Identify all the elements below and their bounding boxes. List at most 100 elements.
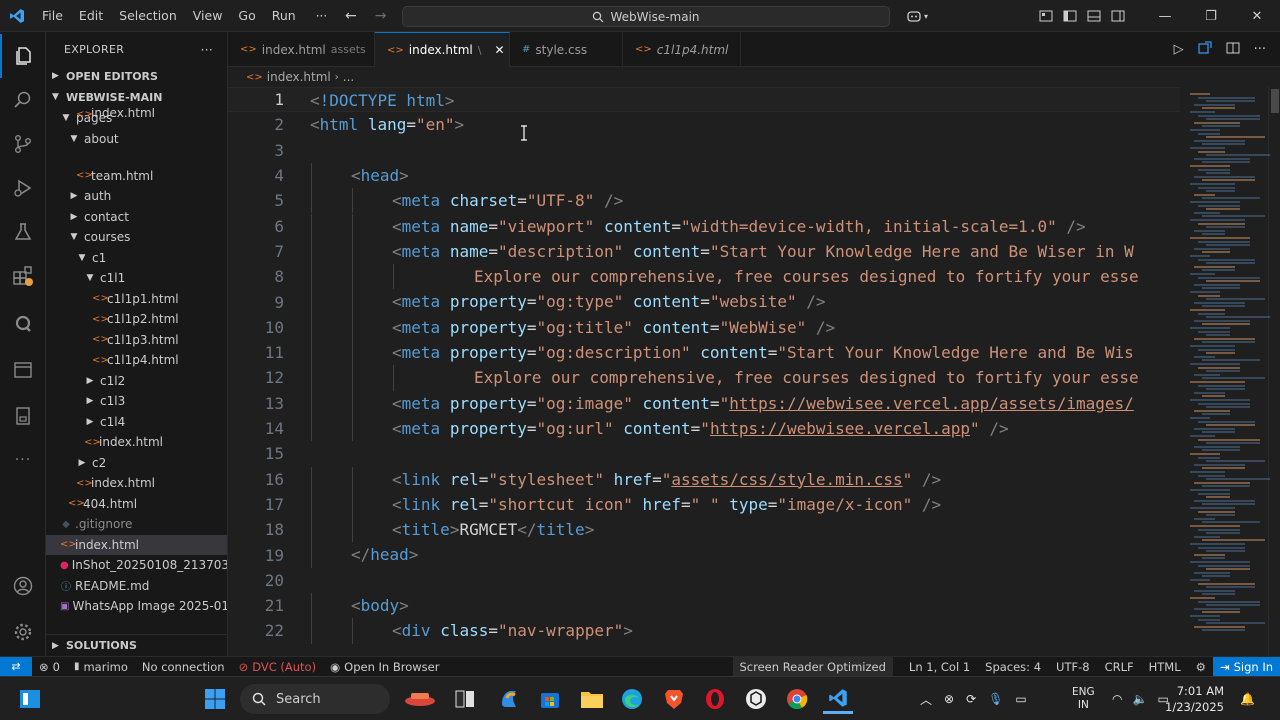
- tree-item[interactable]: <> index.html: [46, 108, 227, 120]
- open-in-browser-button[interactable]: ◉ Open In Browser: [323, 660, 446, 674]
- language-mode[interactable]: HTML: [1141, 660, 1188, 674]
- toggle-primary-sidebar-icon[interactable]: [1058, 0, 1082, 32]
- menu-item-file[interactable]: File: [34, 8, 71, 23]
- vpn-icon[interactable]: ⊗: [944, 692, 954, 706]
- user-indicator[interactable]: ▮ marimo: [67, 660, 135, 674]
- code-line[interactable]: 2 <html lang="en">: [228, 112, 1180, 137]
- notifications-bell-icon[interactable]: 🔔: [1240, 677, 1255, 720]
- close-tab-icon[interactable]: ✕: [494, 43, 504, 57]
- search-highlight-icon[interactable]: [402, 684, 438, 714]
- sync-icon[interactable]: ⟳: [966, 692, 976, 706]
- connection-status[interactable]: No connection: [135, 660, 232, 674]
- cursor-position[interactable]: Ln 1, Col 1: [893, 660, 977, 674]
- run-play-icon[interactable]: ▷: [1174, 42, 1184, 57]
- screen-reader-status[interactable]: Screen Reader Optimized: [732, 657, 893, 677]
- code-line[interactable]: 10 <meta property="og:title" content="Web…: [228, 314, 1180, 340]
- tree-item[interactable]: ▶ c2: [46, 453, 227, 474]
- menu-item-go[interactable]: Go: [230, 8, 263, 23]
- taskbar-search-input[interactable]: Search: [240, 684, 390, 714]
- remote-explorer-icon[interactable]: [0, 302, 46, 346]
- split-editor-icon[interactable]: [1226, 42, 1240, 58]
- code-line[interactable]: 20: [228, 568, 1180, 593]
- code-line[interactable]: 14 <meta property="og:url" content="https…: [228, 415, 1180, 442]
- run-debug-icon[interactable]: [0, 166, 46, 210]
- code-line[interactable]: 5 <meta charset="UTF-8" />: [228, 188, 1180, 214]
- code-line[interactable]: 21 <body>: [228, 593, 1180, 619]
- tree-item[interactable]: ▼ courses: [46, 227, 227, 248]
- explorer-more-button[interactable]: ···: [201, 43, 213, 57]
- search-icon[interactable]: [0, 78, 46, 122]
- code-line[interactable]: 18 <title>RGMCET</title>: [228, 517, 1180, 543]
- tree-item[interactable]: <> index.html: [46, 534, 227, 555]
- file-explorer-icon[interactable]: [577, 684, 607, 714]
- task-view-icon[interactable]: [450, 684, 480, 714]
- tree-item[interactable]: <> team.html: [46, 166, 227, 187]
- tree-item[interactable]: <> index.html: [46, 432, 227, 453]
- tree-item[interactable]: <> c1l1p3.html: [46, 330, 227, 351]
- problems-indicator[interactable]: ⊗ 0: [32, 660, 67, 674]
- system-tray-status[interactable]: ◠ 🔈 ▭: [1112, 677, 1169, 720]
- editor-more-actions-button[interactable]: ···: [1254, 42, 1266, 57]
- edge-browser-icon[interactable]: [617, 684, 647, 714]
- indentation-status[interactable]: Spaces: 4: [977, 660, 1048, 674]
- notebook-icon[interactable]: [0, 394, 46, 438]
- keyboard-icon[interactable]: ▭: [1015, 692, 1026, 706]
- opera-browser-icon[interactable]: [700, 684, 730, 714]
- code-line[interactable]: 12 Explore our comprehensive, free course…: [228, 365, 1180, 391]
- workspace-root-section[interactable]: ▼ WEBWISE-MAIN: [46, 86, 227, 108]
- tree-item[interactable]: <> c1l1p1.html: [46, 289, 227, 310]
- breadcrumb-more[interactable]: ...: [343, 70, 354, 84]
- tree-item[interactable]: <> 404.html: [46, 494, 227, 515]
- start-windows-icon[interactable]: [200, 684, 230, 714]
- menu-item-edit[interactable]: Edit: [71, 8, 111, 23]
- tree-item[interactable]: ▶ contact: [46, 207, 227, 228]
- clock[interactable]: 7:01 AM 1/23/2025: [1165, 683, 1224, 715]
- menu-item-selection[interactable]: Selection: [111, 8, 185, 23]
- code-line[interactable]: 7 <meta name="description" content="Start…: [228, 238, 1180, 265]
- code-line[interactable]: 16 <link rel="stylesheet" href="assets/cs…: [228, 466, 1180, 492]
- remote-indicator-icon[interactable]: ⇄: [0, 656, 32, 677]
- vscode-taskbar-icon[interactable]: [823, 684, 853, 714]
- code-line[interactable]: 11 <meta property="og:description" conten…: [228, 340, 1180, 366]
- extensions-icon[interactable]: [0, 254, 46, 298]
- tree-item[interactable]: ⓘ README.md: [46, 576, 227, 597]
- editor-scrollbar[interactable]: [1268, 87, 1280, 656]
- menu-more-button[interactable]: ···: [304, 9, 339, 23]
- minimap[interactable]: [1180, 87, 1280, 656]
- chatgpt-app-icon[interactable]: [741, 684, 771, 714]
- accounts-icon[interactable]: [0, 564, 46, 608]
- microphone-icon[interactable]: 🎙: [988, 692, 1003, 706]
- tree-item[interactable]: ▼ c1l1: [46, 268, 227, 289]
- customize-layout-icon[interactable]: [1034, 0, 1058, 32]
- chrome-browser-icon[interactable]: [782, 684, 812, 714]
- encoding-status[interactable]: UTF-8: [1048, 660, 1097, 674]
- code-line[interactable]: 3: [228, 138, 1180, 163]
- testing-flask-icon[interactable]: [0, 210, 46, 254]
- open-editors-section[interactable]: ▶ OPEN EDITORS: [46, 65, 227, 87]
- command-center-search[interactable]: WebWise-main: [402, 6, 890, 27]
- close-window-button[interactable]: ✕: [1234, 0, 1280, 32]
- toggle-secondary-sidebar-icon[interactable]: [1106, 0, 1130, 32]
- code-editor[interactable]: 1 <!DOCTYPE html> 2 <html lang="en"> 3 4 <head…: [228, 87, 1180, 656]
- explorer-icon[interactable]: [0, 34, 46, 78]
- tree-item[interactable]: ▶ c1l2: [46, 371, 227, 392]
- editor-tab[interactable]: # style.css: [510, 32, 623, 67]
- forward-arrow-icon[interactable]: →: [375, 8, 387, 24]
- settings-gear-icon[interactable]: [0, 610, 46, 654]
- code-line[interactable]: 4 <head>: [228, 162, 1180, 189]
- menu-item-run[interactable]: Run: [264, 8, 304, 23]
- tree-item[interactable]: <> c1l1p2.html: [46, 309, 227, 330]
- solutions-section[interactable]: ▶ SOLUTIONS: [46, 634, 227, 656]
- copilot-app-icon[interactable]: [494, 684, 524, 714]
- breadcrumb-file[interactable]: index.html: [267, 70, 331, 84]
- tree-item[interactable]: ▣ WhatsApp Image 2025-01...: [46, 596, 227, 617]
- show-hidden-icons-icon[interactable]: ︿: [920, 691, 932, 708]
- dvc-status[interactable]: ⊘ DVC (Auto): [232, 660, 324, 674]
- minimize-button[interactable]: —: [1142, 0, 1188, 32]
- code-line[interactable]: 6 <meta name="viewport" content="width=de…: [228, 213, 1180, 239]
- code-line[interactable]: 15: [228, 441, 1180, 466]
- tree-item[interactable]: <> index.html: [46, 473, 227, 494]
- copilot-icon[interactable]: ▾: [900, 0, 934, 32]
- editor-tab[interactable]: <> index.html \ ✕: [375, 32, 510, 67]
- tree-item[interactable]: ▶ c1l4: [46, 412, 227, 433]
